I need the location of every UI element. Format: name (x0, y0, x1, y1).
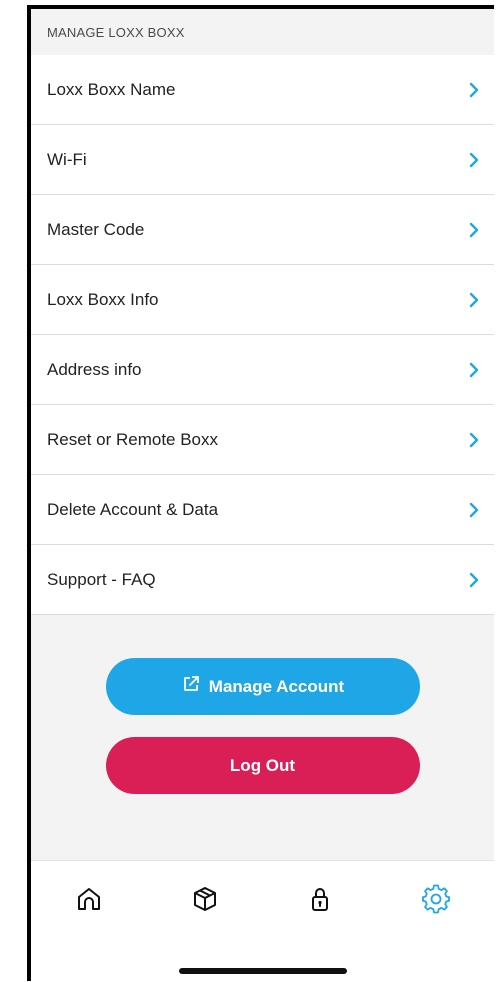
tab-home[interactable] (59, 881, 119, 921)
chevron-right-icon (468, 501, 480, 519)
menu-item-label: Address info (47, 359, 142, 379)
chevron-right-icon (468, 571, 480, 589)
tab-settings[interactable] (406, 881, 466, 921)
account-actions: Manage Account Log Out (31, 615, 494, 794)
manage-account-label: Manage Account (208, 676, 345, 696)
chevron-right-icon (468, 291, 480, 309)
menu-item-loxx-boxx-info[interactable]: Loxx Boxx Info (31, 265, 494, 335)
menu-item-label: Loxx Boxx Name (47, 79, 176, 99)
menu-item-master-code[interactable]: Master Code (31, 195, 494, 265)
menu-item-label: Delete Account & Data (47, 499, 219, 519)
tab-bar (31, 860, 494, 981)
chevron-right-icon (468, 221, 480, 239)
settings-list: Loxx Boxx Name Wi-Fi Master Code Loxx Bo… (31, 55, 494, 615)
menu-item-loxx-boxx-name[interactable]: Loxx Boxx Name (31, 55, 494, 125)
home-indicator (178, 968, 347, 974)
menu-item-support-faq[interactable]: Support - FAQ (31, 545, 494, 615)
chevron-right-icon (468, 361, 480, 379)
menu-item-label: Loxx Boxx Info (47, 289, 159, 309)
menu-item-wifi[interactable]: Wi-Fi (31, 125, 494, 195)
external-link-icon (181, 674, 201, 699)
section-header: MANAGE LOXX BOXX (47, 24, 185, 40)
menu-item-delete-account[interactable]: Delete Account & Data (31, 475, 494, 545)
home-icon (74, 884, 104, 919)
manage-account-button[interactable]: Manage Account (105, 658, 420, 715)
tab-packages[interactable] (175, 881, 235, 921)
menu-item-reset-remote[interactable]: Reset or Remote Boxx (31, 405, 494, 475)
menu-item-label: Reset or Remote Boxx (47, 429, 219, 449)
chevron-right-icon (468, 81, 480, 99)
chevron-right-icon (468, 431, 480, 449)
menu-item-label: Wi-Fi (47, 149, 87, 169)
gear-icon (421, 884, 451, 919)
log-out-label: Log Out (229, 755, 296, 775)
menu-item-label: Support - FAQ (47, 569, 156, 589)
menu-item-label: Master Code (47, 219, 145, 239)
tab-lock[interactable] (290, 881, 350, 921)
menu-item-address-info[interactable]: Address info (31, 335, 494, 405)
app-screen: MANAGE LOXX BOXX Loxx Boxx Name Wi-Fi Ma… (27, 5, 494, 981)
box-icon (190, 884, 220, 919)
chevron-right-icon (468, 151, 480, 169)
lock-icon (305, 884, 335, 919)
log-out-button[interactable]: Log Out (105, 737, 420, 794)
